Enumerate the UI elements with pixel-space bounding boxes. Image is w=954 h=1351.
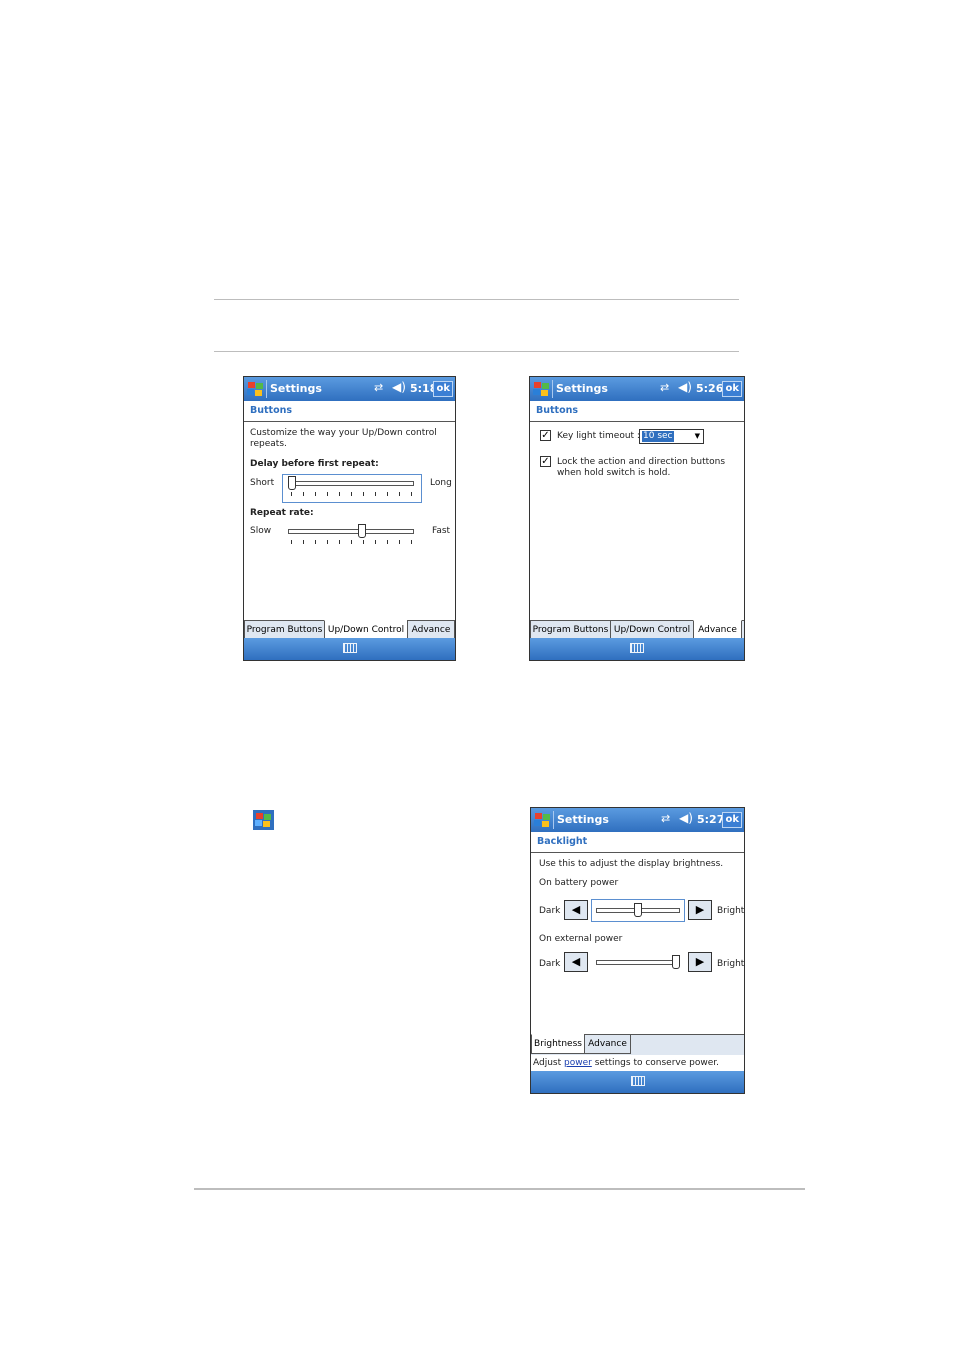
backlight-intro: Use this to adjust the display brightnes… [539,859,724,869]
power-footer-suffix: settings to conserve power. [591,1058,719,1068]
external-slider-track[interactable] [596,960,680,965]
windows-flag-icon[interactable] [247,381,264,397]
lock-buttons-checkbox[interactable]: ✓ [540,456,551,467]
tab-advance[interactable]: Advance [693,620,742,640]
connectivity-icon[interactable]: ⇄ [374,381,383,394]
key-light-checkbox[interactable]: ✓ [540,430,551,441]
rate-max-label: Fast [432,526,451,536]
heading-divider [531,852,744,853]
page-heading: Buttons [536,405,579,416]
menu-bar [244,638,455,660]
rate-min-label: Slow [250,526,272,536]
delay-slider-focus [282,474,422,503]
connectivity-icon[interactable]: ⇄ [661,812,670,825]
tab-advance[interactable]: Advance [584,1034,631,1054]
external-power-label: On external power [539,934,623,944]
title-separator [552,380,553,398]
key-light-value: 10 sec [642,431,674,442]
heading-divider [530,421,744,422]
tab-advance[interactable]: Advance [407,620,455,640]
keyboard-icon[interactable] [630,643,644,653]
top-rule-1 [214,299,739,300]
external-bright-label: Bright [717,959,745,969]
lock-buttons-line-2: when hold switch is hold. [557,468,671,478]
heading-divider [244,421,455,422]
tab-updown-control[interactable]: Up/Down Control [324,620,408,640]
delay-slider-ticks [291,492,413,496]
top-rule-2 [214,351,739,352]
external-increase-button[interactable]: ▶ [688,952,712,972]
tab-updown-control[interactable]: Up/Down Control [610,620,694,640]
windows-flag-icon [253,810,274,830]
battery-dark-label: Dark [539,906,561,916]
battery-bright-label: Bright [717,906,745,916]
delay-slider-track[interactable] [288,481,414,486]
screen-updown-control: Settings ⇄ ◀) 5:18 ok Buttons Customize … [243,376,456,661]
battery-slider-thumb[interactable] [634,903,642,917]
screen-backlight: Settings ⇄ ◀) 5:27 ok Backlight Use this… [530,807,745,1094]
ok-button[interactable]: ok [722,812,742,828]
title-bar: Settings ⇄ ◀) 5:26 ok [530,377,744,401]
delay-max-label: Long [430,478,452,488]
external-dark-label: Dark [539,959,561,969]
external-slider-thumb[interactable] [672,955,680,969]
ok-button[interactable]: ok [722,381,742,397]
menu-bar [530,638,744,660]
windows-flag-icon[interactable] [533,381,550,397]
tab-program-buttons[interactable]: Program Buttons [530,620,611,640]
title-bar: Settings ⇄ ◀) 5:27 ok [531,808,744,832]
tab-bar: Brightness Advance [531,1034,744,1055]
power-settings-link[interactable]: power [564,1058,592,1068]
key-light-dropdown[interactable]: 10 sec ▼ [639,429,704,444]
delay-slider-thumb[interactable] [288,476,296,490]
speaker-icon[interactable]: ◀) [679,811,693,825]
bottom-rule [194,1188,805,1190]
clock[interactable]: 5:26 [696,382,723,395]
page-heading: Backlight [537,836,588,847]
tab-program-buttons[interactable]: Program Buttons [244,620,325,640]
delay-label: Delay before first repeat: [250,459,379,469]
title-bar: Settings ⇄ ◀) 5:18 ok [244,377,455,401]
page-heading: Buttons [250,405,293,416]
power-footer-prefix: Adjust [533,1058,564,1068]
intro-line-1: Customize the way your Up/Down control [250,428,437,438]
connectivity-icon[interactable]: ⇄ [660,381,669,394]
rate-slider-thumb[interactable] [357,524,366,538]
lock-buttons-line-1: Lock the action and direction buttons [557,457,726,467]
clock[interactable]: 5:27 [697,813,724,826]
window-title: Settings [556,382,608,395]
keyboard-icon[interactable] [630,1076,645,1086]
title-separator [266,380,267,398]
keyboard-icon[interactable] [342,643,357,653]
intro-line-2: repeats. [250,439,287,449]
windows-flag-icon[interactable] [534,812,551,828]
power-footer: Adjust power settings to conserve power. [533,1058,719,1069]
rate-slider-ticks [291,540,413,544]
battery-power-label: On battery power [539,878,619,888]
rate-label: Repeat rate: [250,508,314,518]
battery-increase-button[interactable]: ▶ [688,900,712,920]
screen-advance: Settings ⇄ ◀) 5:26 ok Buttons ✓ Key ligh… [529,376,745,661]
chevron-down-icon[interactable]: ▼ [695,431,700,442]
window-title: Settings [270,382,322,395]
key-light-label: Key light timeout : [557,431,640,441]
title-separator [553,811,554,829]
tab-brightness[interactable]: Brightness [531,1034,585,1054]
speaker-icon[interactable]: ◀) [678,380,692,394]
rate-slider-track[interactable] [288,529,414,534]
external-decrease-button[interactable]: ◀ [564,952,588,972]
menu-bar [531,1071,744,1093]
battery-decrease-button[interactable]: ◀ [564,900,588,920]
window-title: Settings [557,813,609,826]
ok-button[interactable]: ok [433,381,453,397]
delay-min-label: Short [250,478,275,488]
speaker-icon[interactable]: ◀) [392,380,406,394]
